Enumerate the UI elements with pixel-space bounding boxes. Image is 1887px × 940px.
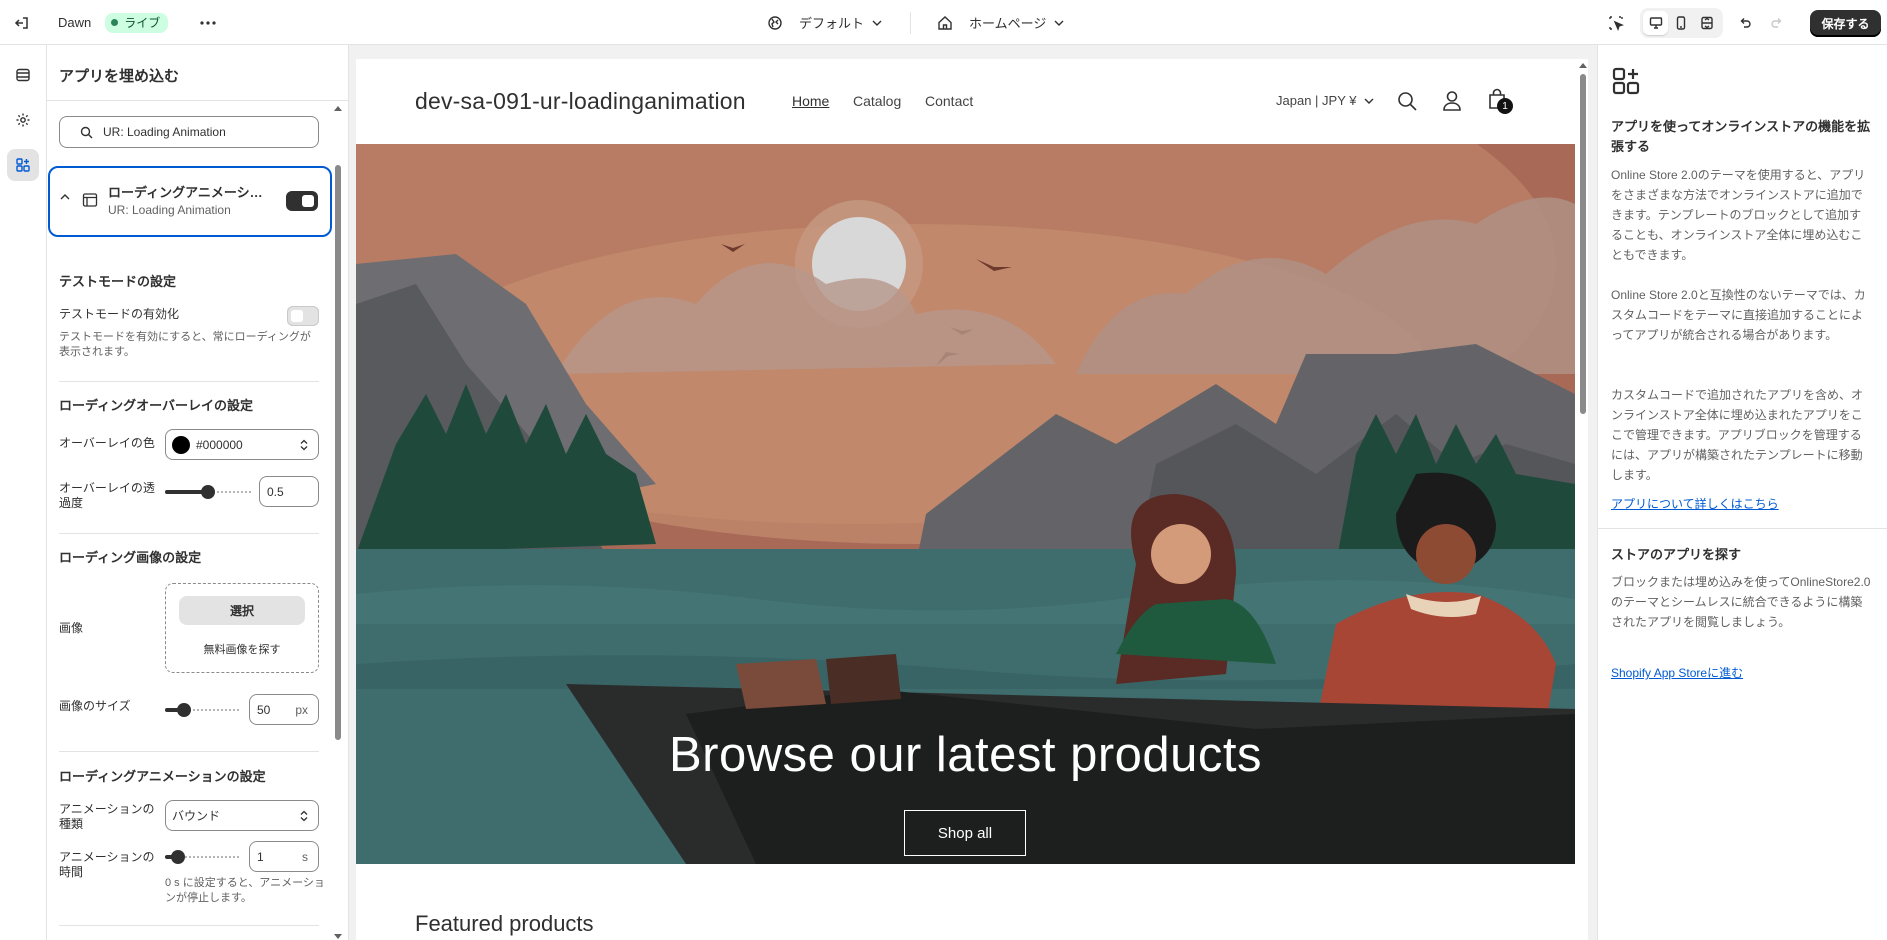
left-rail <box>0 45 47 940</box>
test-mode-toggle[interactable] <box>287 306 319 326</box>
inspector-icon <box>1608 15 1624 31</box>
app-store-link[interactable]: Shopify App Storeに進む <box>1611 664 1743 681</box>
gear-icon <box>15 112 31 128</box>
store-name[interactable]: dev-sa-091-ur-loadinganimation <box>415 88 746 115</box>
redo-icon <box>1770 16 1784 30</box>
explore-heading: ストアのアプリを探す <box>1611 547 1742 562</box>
image-picker: 選択 無料画像を探す <box>165 583 319 673</box>
panel-title: アプリを埋め込む <box>59 68 180 85</box>
image-heading: ローディング画像の設定 <box>59 550 202 565</box>
animation-duration-help: 0 s に設定すると、アニメーションが停止します。 <box>165 877 325 904</box>
apps-icon <box>15 157 31 173</box>
top-bar: Dawn ライブ デフォルト ホームページ 保存する <box>0 0 1887 45</box>
undo-icon <box>1738 16 1752 30</box>
save-button[interactable]: 保存する <box>1810 10 1881 37</box>
user-icon[interactable] <box>1442 90 1462 111</box>
app-embed-toggle[interactable] <box>286 191 318 211</box>
app-title: ローディングアニメーション <box>108 185 263 200</box>
explore-paragraph: ブロックまたは埋め込みを使ってOnlineStore2.0のテーマとシームレスに… <box>1611 575 1871 629</box>
animation-heading: ローディングアニメーションの設定 <box>59 769 266 784</box>
exit-button[interactable] <box>14 0 30 45</box>
nav-contact[interactable]: Contact <box>925 93 973 109</box>
preview-scrollbar[interactable] <box>1578 59 1588 940</box>
animation-duration-slider[interactable] <box>165 847 241 867</box>
overlay-color-label: オーバーレイの色 <box>59 436 155 450</box>
app-embeds-button[interactable] <box>7 149 39 181</box>
search-icon[interactable] <box>1397 91 1417 111</box>
hero-banner: Browse our latest products Shop all <box>356 144 1575 864</box>
app-embeds-panel: アプリを埋め込む UR: Loading Animation ローディングアニメ… <box>47 45 349 940</box>
overlay-opacity-label: オーバーレイの透過度 <box>59 481 155 510</box>
animation-type-label: アニメーションの種類 <box>59 802 155 831</box>
fullwidth-icon <box>1700 16 1714 30</box>
animation-duration-input[interactable]: 1 s <box>249 841 319 872</box>
color-swatch <box>172 435 190 454</box>
store-preview: dev-sa-091-ur-loadinganimation Home Cata… <box>356 59 1588 940</box>
select-image-button[interactable]: 選択 <box>179 596 305 625</box>
free-images-link[interactable]: 無料画像を探す <box>166 641 318 657</box>
block-icon <box>82 192 98 208</box>
animation-duration-label: アニメーションの時間 <box>59 850 155 879</box>
redo-button[interactable] <box>1770 0 1784 45</box>
info-paragraph-1: Online Store 2.0のテーマを使用すると、アプリをさまざまな方法でオ… <box>1611 168 1866 262</box>
app-embed-card[interactable]: ローディングアニメーション UR: Loading Animation <box>48 166 332 237</box>
animation-type-select[interactable]: バウンド <box>165 800 319 831</box>
chevron-down-icon <box>872 20 882 26</box>
panel-scrollbar[interactable] <box>334 105 342 940</box>
image-size-slider[interactable] <box>165 700 241 720</box>
overlay-heading: ローディングオーバーレイの設定 <box>59 398 253 413</box>
select-arrows-icon <box>300 439 308 451</box>
live-badge: ライブ <box>105 12 169 33</box>
test-mode-label: テストモードの有効化 <box>59 307 180 321</box>
desktop-view-button[interactable] <box>1643 11 1669 35</box>
select-arrows-icon <box>300 810 308 822</box>
desktop-icon <box>1649 16 1663 30</box>
featured-heading: Featured products <box>415 911 594 936</box>
info-paragraph-2: Online Store 2.0と互換性のないテーマでは、カスタムコードをテーマ… <box>1611 288 1866 342</box>
app-info-panel: アプリを使ってオンラインストアの機能を拡張する Online Store 2.0… <box>1597 45 1887 940</box>
overlay-opacity-input[interactable]: 0.5 <box>259 476 319 507</box>
mobile-icon <box>1675 16 1687 30</box>
chevron-down-icon <box>1054 20 1064 26</box>
mobile-view-button[interactable] <box>1669 11 1694 35</box>
inspector-button[interactable] <box>1608 0 1624 45</box>
overlay-color-picker[interactable]: #000000 <box>165 429 319 460</box>
search-input[interactable]: UR: Loading Animation <box>59 116 319 148</box>
globe-icon <box>767 15 783 31</box>
image-size-label: 画像のサイズ <box>59 699 131 713</box>
sections-button[interactable] <box>7 59 39 91</box>
more-icon <box>200 20 216 25</box>
nav-catalog[interactable]: Catalog <box>853 93 901 109</box>
apps-icon <box>1611 66 1641 96</box>
learn-more-link[interactable]: アプリについて詳しくはこちら <box>1611 495 1779 512</box>
more-actions-button[interactable] <box>200 0 216 45</box>
image-label: 画像 <box>59 621 84 635</box>
test-mode-help: テストモードを有効にすると、常にローディングが表示されます。 <box>59 331 311 358</box>
info-paragraph-3: カスタムコードで追加されたアプリを含め、オンラインストア全体に埋め込まれたアプリ… <box>1611 388 1864 482</box>
home-icon <box>937 15 953 31</box>
theme-settings-button[interactable] <box>7 104 39 136</box>
sections-icon <box>15 67 31 83</box>
undo-button[interactable] <box>1738 0 1752 45</box>
currency-selector[interactable]: Japan | JPY ¥ <box>1276 93 1374 108</box>
page-selector[interactable]: ホームページ <box>937 0 1064 45</box>
search-icon <box>80 126 93 139</box>
overlay-opacity-slider[interactable] <box>165 482 251 502</box>
preset-label: デフォルト <box>799 16 865 31</box>
chevron-up-icon[interactable] <box>60 194 70 200</box>
cart-count-badge: 1 <box>1497 98 1513 114</box>
shop-all-button[interactable]: Shop all <box>904 810 1026 856</box>
image-size-input[interactable]: 50 px <box>249 694 319 725</box>
hero-title: Browse our latest products <box>668 728 1263 782</box>
device-switcher <box>1640 8 1723 38</box>
preset-selector[interactable]: デフォルト <box>767 0 882 45</box>
theme-name: Dawn <box>58 15 92 30</box>
page-label: ホームページ <box>969 16 1047 31</box>
nav-home[interactable]: Home <box>792 93 829 109</box>
info-heading: アプリを使ってオンラインストアの機能を拡張する <box>1611 119 1871 154</box>
fullwidth-view-button[interactable] <box>1695 11 1720 35</box>
app-subtitle: UR: Loading Animation <box>108 203 231 217</box>
exit-icon <box>14 15 30 31</box>
test-mode-heading: テストモードの設定 <box>59 274 177 289</box>
